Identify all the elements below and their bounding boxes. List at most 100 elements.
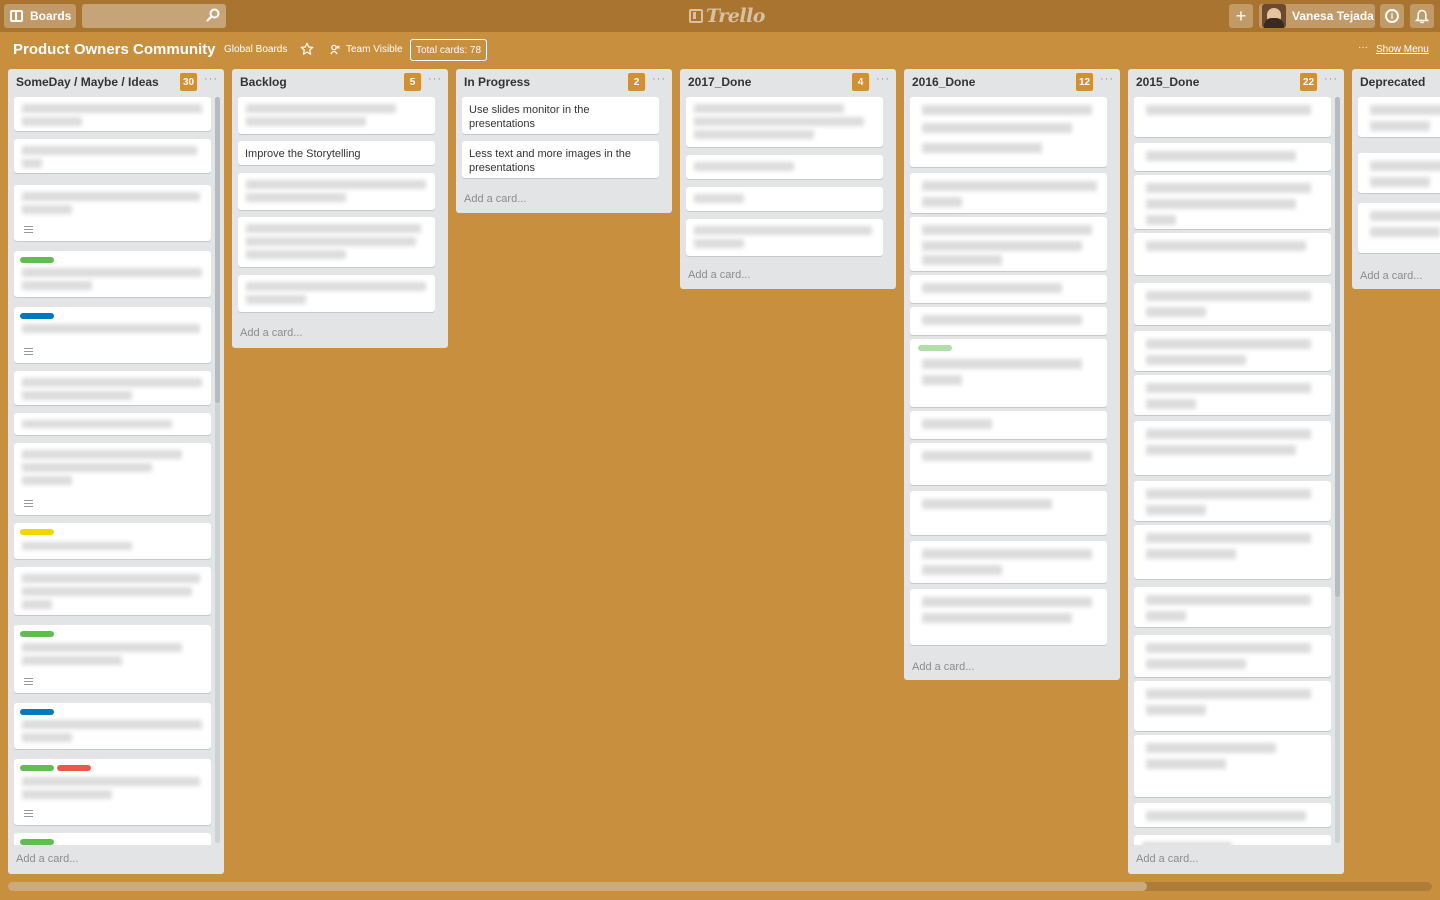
list-item[interactable] — [238, 97, 435, 134]
list-header[interactable]: 2017_Done 4 ··· — [680, 69, 896, 95]
list-header[interactable]: Deprecated — [1352, 69, 1440, 95]
list-item[interactable] — [1134, 421, 1331, 475]
boards-button[interactable]: Boards — [4, 4, 76, 28]
list-item[interactable] — [1134, 233, 1331, 275]
list-item[interactable] — [1134, 735, 1331, 797]
list-item[interactable] — [910, 589, 1107, 645]
card-title: Use slides monitor in the presentations — [469, 104, 590, 130]
list-item[interactable] — [910, 275, 1107, 303]
list-item[interactable] — [238, 217, 435, 267]
list-item[interactable] — [910, 411, 1107, 439]
list-item[interactable] — [1134, 175, 1331, 229]
scrollbar-thumb[interactable] — [1335, 97, 1340, 597]
list-header[interactable]: In Progress 2 ··· — [456, 69, 672, 95]
list-item[interactable] — [14, 413, 211, 435]
list-item[interactable] — [686, 97, 883, 147]
info-button[interactable]: i — [1380, 4, 1404, 28]
list-menu-icon[interactable]: ··· — [204, 73, 218, 85]
notifications-button[interactable] — [1410, 4, 1434, 28]
list-item[interactable] — [14, 251, 211, 297]
list-item[interactable] — [14, 443, 211, 515]
list-item[interactable] — [14, 185, 211, 241]
list-item[interactable] — [1134, 587, 1331, 627]
list-header[interactable]: SomeDay / Maybe / Ideas 30 ··· — [8, 69, 224, 95]
list-item[interactable]: Less text and more images in the present… — [462, 141, 659, 178]
list-item[interactable] — [1134, 803, 1331, 827]
list-item[interactable] — [686, 155, 883, 179]
visibility-button[interactable]: Team Visible — [346, 44, 403, 55]
board-horizontal-scrollbar[interactable] — [8, 882, 1432, 891]
add-card-button[interactable]: Add a card... — [240, 327, 302, 339]
team-link[interactable]: Global Boards — [224, 44, 287, 55]
list-item[interactable] — [1134, 635, 1331, 677]
list-item[interactable] — [14, 139, 211, 173]
list-item[interactable] — [1358, 97, 1440, 137]
trello-logo[interactable]: Trello — [689, 5, 765, 27]
list-header[interactable]: 2015_Done 22 ··· — [1128, 69, 1344, 95]
scrollbar-thumb[interactable] — [8, 882, 1147, 891]
list-item[interactable] — [910, 443, 1107, 485]
board-title[interactable]: Product Owners Community — [13, 41, 216, 58]
list-menu-icon[interactable]: ··· — [428, 73, 442, 85]
list-item[interactable] — [14, 625, 211, 693]
user-menu-button[interactable]: Vanesa Tejada — [1259, 4, 1375, 28]
list-item[interactable] — [910, 307, 1107, 335]
list-item[interactable] — [1134, 331, 1331, 371]
list-item[interactable] — [910, 491, 1107, 535]
list-item[interactable] — [1134, 143, 1331, 171]
list-item[interactable] — [686, 219, 883, 256]
list-menu-icon[interactable]: ··· — [1324, 73, 1338, 85]
list-header[interactable]: 2016_Done 12 ··· — [904, 69, 1120, 95]
list-item[interactable] — [1134, 375, 1331, 415]
list-item[interactable] — [14, 703, 211, 749]
list-item[interactable] — [1134, 681, 1331, 731]
list-item[interactable] — [910, 173, 1107, 213]
add-card-button[interactable]: Add a card... — [1136, 853, 1198, 865]
team-icon — [330, 44, 340, 55]
list-item[interactable] — [910, 541, 1107, 583]
add-card-button[interactable]: Add a card... — [16, 853, 78, 865]
list-item[interactable]: Use slides monitor in the presentations — [462, 97, 659, 134]
scrollbar-thumb[interactable] — [215, 97, 220, 403]
list-item[interactable] — [1134, 97, 1331, 137]
list-item[interactable] — [1358, 203, 1440, 253]
total-cards-badge[interactable]: Total cards: 78 — [410, 39, 487, 61]
add-card-button[interactable]: Add a card... — [1360, 270, 1422, 282]
list-item[interactable] — [1358, 153, 1440, 193]
list-item[interactable] — [238, 275, 435, 312]
description-icon — [24, 500, 33, 507]
list-item[interactable] — [1134, 525, 1331, 579]
list-scrollbar[interactable] — [1335, 97, 1340, 843]
list-item[interactable]: Improve the Storytelling — [238, 141, 435, 165]
star-icon[interactable] — [300, 42, 314, 56]
list-item[interactable] — [14, 833, 211, 845]
list-item[interactable] — [910, 97, 1107, 167]
list-item[interactable] — [1134, 835, 1331, 845]
list-item[interactable] — [14, 371, 211, 405]
list-item[interactable] — [14, 567, 211, 615]
list-item[interactable] — [686, 187, 883, 211]
list-item[interactable] — [1134, 283, 1331, 325]
list-scrollbar[interactable] — [215, 97, 220, 843]
list-item[interactable] — [14, 97, 211, 131]
create-button[interactable]: + — [1229, 4, 1253, 28]
show-menu-link[interactable]: Show Menu — [1376, 44, 1429, 55]
add-card-button[interactable]: Add a card... — [464, 193, 526, 205]
list-menu-icon[interactable]: ··· — [652, 73, 666, 85]
list-item[interactable] — [910, 217, 1107, 271]
list-item[interactable] — [14, 759, 211, 825]
list-header[interactable]: Backlog 5 ··· — [232, 69, 448, 95]
list-menu-icon[interactable]: ··· — [1100, 73, 1114, 85]
add-card-button[interactable]: Add a card... — [688, 269, 750, 281]
list-item[interactable] — [14, 523, 211, 559]
list-menu-icon[interactable]: ··· — [876, 73, 890, 85]
list-item[interactable] — [238, 173, 435, 210]
add-card-button[interactable]: Add a card... — [912, 661, 974, 673]
search-input[interactable] — [82, 4, 226, 28]
list-item[interactable] — [14, 307, 211, 363]
list-item[interactable] — [1134, 481, 1331, 521]
card-title: Less text and more images in the present… — [469, 148, 632, 174]
list-item[interactable] — [910, 339, 1107, 407]
card-title: Improve the Storytelling — [245, 148, 361, 160]
search-icon[interactable] — [206, 8, 220, 22]
